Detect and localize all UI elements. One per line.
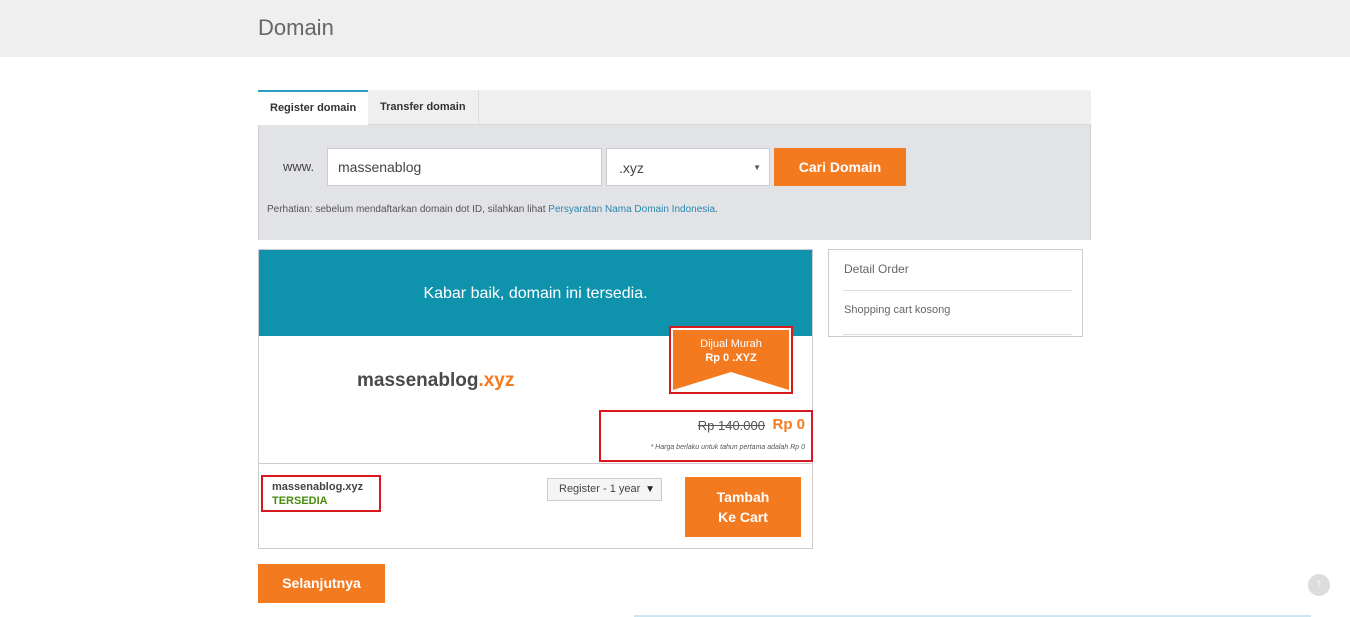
header-bar: Domain (0, 0, 1350, 57)
divider (259, 463, 812, 464)
period-value: Register - 1 year (559, 483, 641, 495)
notice-end: . (715, 204, 718, 215)
promo-badge: Dijual Murah Rp 0 .XYZ (669, 326, 793, 394)
divider (843, 290, 1072, 291)
arrow-up-icon: ↑ (1316, 576, 1322, 590)
old-price: Rp 140.000 (697, 418, 765, 433)
caret-down-icon: ▼ (753, 163, 761, 172)
price-note: * Harga berlaku untuk tahun pertama adal… (650, 444, 806, 451)
promo-price: Rp 0 .XYZ (705, 352, 757, 364)
divider (843, 334, 1072, 335)
domain-extension: .xyz (478, 370, 515, 391)
scroll-to-top-button[interactable]: ↑ (1308, 574, 1330, 596)
promo-ribbon: Dijual Murah Rp 0 .XYZ (673, 330, 789, 390)
tab-transfer-domain[interactable]: Transfer domain (368, 90, 479, 125)
tld-select[interactable]: .xyz ▼ (606, 148, 770, 186)
page-title: Domain (258, 15, 334, 40)
order-title: Detail Order (844, 262, 909, 276)
add-to-cart-button[interactable]: Tambah Ke Cart (685, 477, 801, 537)
www-prefix: www. (283, 159, 315, 174)
ribbon-notch (673, 372, 789, 390)
availability-banner: Kabar baik, domain ini tersedia. (259, 250, 812, 336)
availability-status: massenablog.xyz TERSEDIA (261, 475, 381, 512)
status-badge: TERSEDIA (272, 495, 328, 507)
domain-result-card: Kabar baik, domain ini tersedia. massena… (258, 249, 813, 549)
result-domain-name: massenablog.xyz (357, 370, 514, 392)
page: Domain Register domain Transfer domain w… (0, 0, 1350, 617)
availability-message: Kabar baik, domain ini tersedia. (423, 285, 648, 302)
caret-down-icon: ▼ (645, 484, 655, 495)
registration-period-select[interactable]: Register - 1 year ▼ (547, 478, 662, 501)
order-detail-panel: Detail Order Shopping cart kosong (828, 249, 1083, 337)
next-button[interactable]: Selanjutnya (258, 564, 385, 603)
cart-empty-text: Shopping cart kosong (844, 304, 951, 316)
price-box: Rp 140.000 Rp 0 * Harga berlaku untuk ta… (599, 410, 813, 462)
notice-prefix: Perhatian: sebelum mendaftarkan domain d… (267, 204, 549, 215)
tld-select-value: .xyz (619, 160, 644, 176)
promo-title: Dijual Murah (700, 338, 762, 350)
tab-bar: Register domain Transfer domain (258, 90, 1091, 126)
search-domain-button[interactable]: Cari Domain (774, 148, 906, 186)
search-panel: www. .xyz ▼ Cari Domain Perhatian: sebel… (258, 125, 1091, 240)
add-cart-line1: Tambah (716, 489, 770, 505)
domain-base: massenablog (357, 370, 479, 391)
tab-register-domain[interactable]: Register domain (258, 90, 369, 126)
domain-requirements-link[interactable]: Persyaratan Nama Domain Indonesia (548, 204, 715, 215)
notice-text: Perhatian: sebelum mendaftarkan domain d… (267, 204, 718, 215)
new-price: Rp 0 (772, 416, 805, 433)
add-cart-line2: Ke Cart (718, 509, 768, 525)
status-domain: massenablog.xyz (272, 481, 364, 493)
domain-search-input[interactable] (327, 148, 602, 186)
